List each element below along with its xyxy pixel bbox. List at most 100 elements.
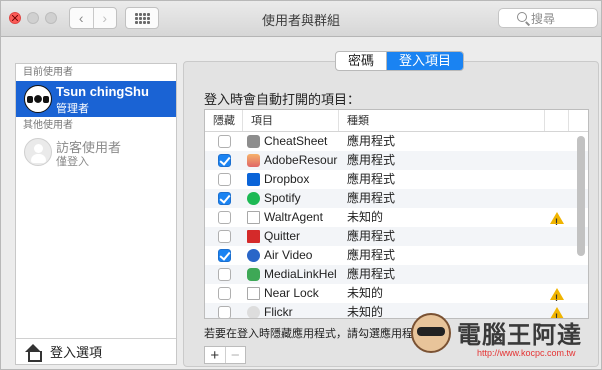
status-cell (545, 208, 569, 227)
item-name: Flickr (264, 305, 293, 319)
hide-checkbox[interactable] (217, 249, 231, 262)
table-row[interactable]: Near Lock 未知的 (205, 284, 588, 303)
column-header-hide[interactable]: 隱藏 (205, 110, 243, 131)
item-cell: Near Lock (243, 284, 339, 303)
hide-checkbox[interactable] (217, 287, 231, 300)
item-cell: Dropbox (243, 170, 339, 189)
column-header-status (545, 110, 569, 131)
column-header-kind[interactable]: 種類 (339, 110, 545, 131)
kind-cell: 未知的 (347, 286, 384, 300)
item-name: WaltrAgent (264, 210, 323, 224)
kind-cell: 未知的 (347, 210, 384, 224)
login-items-heading: 登入時會自動打開的項目： (204, 92, 361, 107)
user-role: 管理者 (56, 103, 89, 115)
item-cell: MediaLinkHel (243, 265, 339, 284)
spotify-icon (247, 192, 260, 205)
watermark-url: http://www.kocpc.com.tw (477, 348, 576, 358)
kind-cell: 應用程式 (347, 191, 396, 205)
cheatsheet-icon (247, 135, 260, 148)
flickr-icon (247, 306, 260, 318)
tab-password[interactable]: 密碼 (336, 52, 386, 70)
kind-cell: 應用程式 (347, 229, 396, 243)
hide-checkbox[interactable] (217, 268, 231, 281)
item-cell: Air Video (243, 246, 339, 265)
status-cell (545, 170, 569, 189)
sidebar-item-guest-user[interactable]: 訪客使用者 僅登入 (16, 134, 176, 170)
hide-cell (205, 189, 243, 208)
item-name: Spotify (264, 191, 301, 205)
table-row[interactable]: Air Video 應用程式 (205, 246, 588, 265)
kind-cell: 應用程式 (347, 153, 396, 167)
item-name: Near Lock (264, 286, 319, 300)
hide-cell (205, 170, 243, 189)
table-row[interactable]: Dropbox 應用程式 (205, 170, 588, 189)
warning-icon (550, 211, 564, 227)
table-row[interactable]: Spotify 應用程式 (205, 189, 588, 208)
kind-cell: 應用程式 (347, 248, 396, 262)
guest-avatar-icon (24, 138, 52, 166)
hide-hint-text: 若要在登入時隱藏應用程式，請勾選應用程式 (204, 328, 424, 340)
search-field[interactable]: 搜尋 (498, 8, 598, 28)
table-row[interactable]: CheatSheet 應用程式 (205, 132, 588, 151)
login-items-table[interactable]: 隱藏 項目 種類 CheatSheet 應用程式 AdobeResour 應用程式 Dr… (204, 109, 589, 319)
item-name: Dropbox (264, 172, 310, 186)
other-users-heading: 其他使用者 (23, 120, 73, 131)
quitter-icon (247, 230, 260, 243)
item-name: Quitter (264, 229, 301, 243)
house-icon (24, 343, 42, 362)
kind-cell: 應用程式 (347, 172, 396, 186)
table-header: 隱藏 項目 種類 (205, 110, 588, 132)
sidebar-item-current-user[interactable]: Tsun chingShu 管理者 (16, 81, 176, 117)
item-cell: WaltrAgent (243, 208, 339, 227)
item-cell: Spotify (243, 189, 339, 208)
document-icon (247, 287, 260, 300)
column-header-item[interactable]: 項目 (243, 110, 339, 131)
air-video-icon (247, 249, 260, 262)
vertical-scrollbar[interactable] (577, 136, 585, 256)
hide-checkbox[interactable] (217, 173, 231, 186)
users-sidebar: 目前使用者 Tsun chingShu 管理者 其他使用者 訪客使用者 僅登入 … (15, 63, 177, 365)
remove-login-item-button[interactable]: − (224, 347, 246, 364)
status-cell (545, 265, 569, 284)
login-options-label: 登入選項 (50, 345, 103, 360)
table-row[interactable]: WaltrAgent 未知的 (205, 208, 588, 227)
status-cell (545, 151, 569, 170)
guest-user-role: 僅登入 (56, 156, 89, 168)
user-name: Tsun chingShu (56, 84, 149, 99)
login-options-button[interactable]: 登入選項 (16, 338, 176, 364)
soccer-ball-avatar-icon (24, 85, 52, 113)
item-cell: Quitter (243, 227, 339, 246)
hide-checkbox[interactable] (217, 192, 231, 205)
warning-icon (550, 287, 564, 303)
hide-cell (205, 284, 243, 303)
hide-checkbox[interactable] (217, 154, 231, 167)
hide-checkbox[interactable] (217, 230, 231, 243)
table-body: CheatSheet 應用程式 AdobeResour 應用程式 Dropbox 應用程式… (205, 132, 588, 319)
table-row[interactable]: MediaLinkHel 應用程式 (205, 265, 588, 284)
item-cell: AdobeResour (243, 151, 339, 170)
hide-cell (205, 227, 243, 246)
hide-checkbox[interactable] (217, 306, 231, 318)
status-cell (545, 132, 569, 151)
current-users-heading: 目前使用者 (23, 67, 73, 78)
item-name: MediaLinkHel (264, 267, 337, 281)
hide-cell (205, 303, 243, 318)
add-login-item-button[interactable]: + (205, 347, 225, 364)
add-remove-control: + − (204, 346, 246, 364)
hide-cell (205, 265, 243, 284)
table-row[interactable]: AdobeResour 應用程式 (205, 151, 588, 170)
watermark-mascot-icon (411, 313, 451, 353)
dropbox-icon (247, 173, 260, 186)
medialink-icon (247, 268, 260, 281)
hide-checkbox[interactable] (217, 135, 231, 148)
hide-checkbox[interactable] (217, 211, 231, 224)
hide-cell (205, 208, 243, 227)
item-name: AdobeResour (264, 153, 338, 167)
item-name: CheatSheet (264, 134, 328, 148)
table-row[interactable]: Quitter 應用程式 (205, 227, 588, 246)
status-cell (545, 189, 569, 208)
tab-login-items[interactable]: 登入項目 (386, 52, 464, 70)
tab-bar: 密碼 登入項目 (335, 51, 465, 71)
hide-cell (205, 151, 243, 170)
watermark-text: 電腦王阿達 (457, 322, 582, 349)
